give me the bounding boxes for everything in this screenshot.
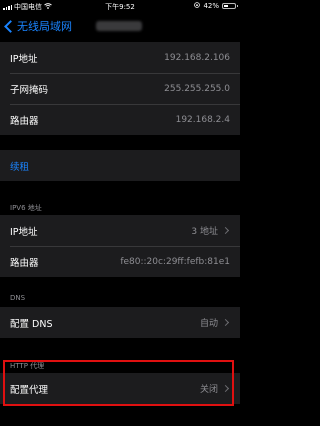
ipv4-subnet-mask-row: 子网掩码 255.255.255.0 [0,73,240,104]
ipv4-ip-address-row: IP地址 192.168.2.106 [0,42,240,73]
highlight-annotation-box [3,360,234,406]
network-name-blurred [96,21,142,31]
dns-section-header: DNS [10,294,26,302]
renew-lease-button[interactable]: 续租 [0,150,240,181]
network-settings-screen: 中国电信 下午9:52 42% 无线局域网 IP地址 192.168.2.106… [0,0,240,426]
status-bar-right: 42% [194,2,238,10]
ipv6-router-row: 路由器 fe80::20c:29ff:fefb:81e1 [0,246,240,277]
battery-percent: 42% [203,2,219,10]
row-label: IP地址 [10,226,38,238]
dns-group: 配置 DNS 自动 [0,307,240,338]
lease-group: 续租 [0,150,240,181]
navigation-bar: 无线局域网 [0,13,240,39]
chevron-right-icon [221,226,230,235]
chevron-right-icon [221,318,230,327]
row-value: 192.168.2.4 [175,114,230,125]
ipv6-group: IP地址 3 地址 路由器 fe80::20c:29ff:fefb:81e1 [0,215,240,277]
status-bar: 中国电信 下午9:52 42% [0,0,240,13]
row-value: 255.255.255.0 [164,83,230,94]
row-label: IP地址 [10,53,38,65]
row-label: 路由器 [10,115,39,127]
row-value: 192.168.2.106 [164,52,230,63]
row-label: 配置 DNS [10,318,53,330]
row-value: 自动 [199,319,218,329]
ipv4-group: IP地址 192.168.2.106 子网掩码 255.255.255.0 路由… [0,42,240,135]
battery-icon [222,3,238,9]
back-button[interactable]: 无线局域网 [2,17,72,35]
row-value: fe80::20c:29ff:fefb:81e1 [120,256,230,267]
ipv4-router-row: 路由器 192.168.2.4 [0,104,240,135]
renew-lease-label: 续租 [10,161,30,173]
battery-fill [224,5,229,7]
chevron-left-icon [4,19,17,33]
configure-dns-row[interactable]: 配置 DNS 自动 [0,307,240,338]
ipv6-section-header: IPV6 地址 [10,204,42,212]
back-button-label: 无线局域网 [17,20,72,33]
row-value: 3 地址 [191,227,218,237]
row-label: 路由器 [10,257,39,269]
orientation-lock-icon [194,2,201,10]
ipv6-ip-address-row[interactable]: IP地址 3 地址 [0,215,240,246]
row-label: 子网掩码 [10,84,49,96]
